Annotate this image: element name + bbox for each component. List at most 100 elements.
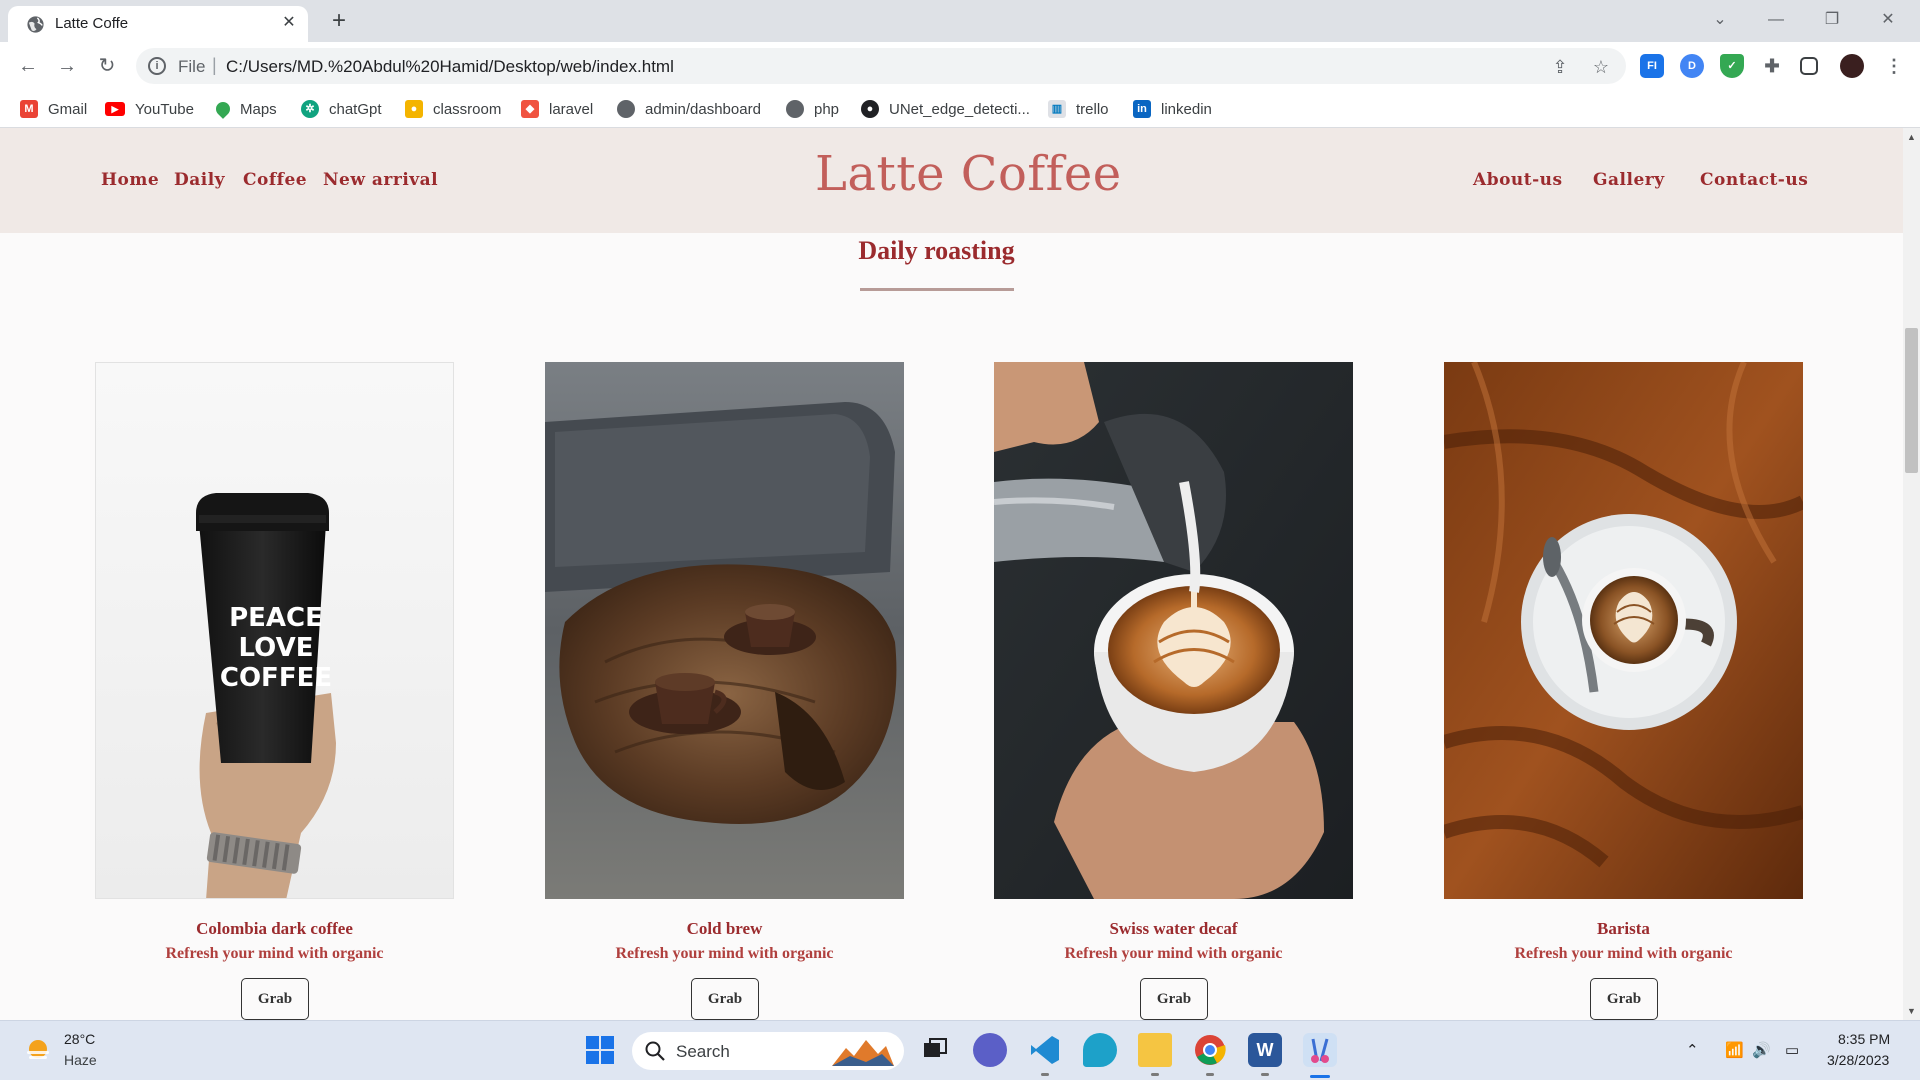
chrome-icon[interactable]	[1193, 1033, 1227, 1067]
snipping-tool-icon[interactable]	[1303, 1033, 1337, 1067]
side-panel-icon[interactable]	[1800, 57, 1818, 75]
running-indicator	[1261, 1073, 1269, 1076]
restore-button[interactable]: ❐	[1812, 4, 1852, 36]
site-logo-title[interactable]: Latte Coffee	[815, 146, 1122, 202]
bookmark-chatgpt[interactable]: ✲ chatGpt	[301, 98, 382, 120]
bookmark-label: Maps	[240, 100, 277, 118]
nav-coffee[interactable]: Coffee	[243, 170, 307, 190]
nav-daily[interactable]: Daily	[174, 170, 225, 190]
vscode-icon[interactable]	[1028, 1033, 1062, 1067]
menu-kebab-icon[interactable]: ⋮	[1882, 54, 1906, 78]
battery-icon[interactable]: ▭	[1785, 1041, 1799, 1059]
product-image-colombia-dark-coffee: PEACE LOVE COFFEE	[95, 362, 454, 899]
bookmark-label: classroom	[433, 100, 502, 118]
teams-chat-icon[interactable]	[973, 1033, 1007, 1067]
weather-condition[interactable]: Haze	[64, 1052, 97, 1068]
nav-home[interactable]: Home	[101, 170, 159, 190]
url-text[interactable]: C:/Users/MD.%20Abdul%20Hamid/Desktop/web…	[226, 57, 674, 77]
bookmark-youtube[interactable]: ▶ YouTube	[105, 98, 194, 120]
forward-button[interactable]: →	[53, 52, 81, 80]
file-explorer-icon[interactable]	[1138, 1033, 1172, 1067]
weather-temperature[interactable]: 28°C	[64, 1031, 95, 1047]
bookmark-star-icon[interactable]: ☆	[1590, 56, 1612, 78]
task-view-icon[interactable]	[918, 1033, 952, 1067]
chatgpt-icon: ✲	[301, 100, 319, 118]
edge-browser-icon[interactable]	[1083, 1033, 1117, 1067]
globe-icon	[27, 16, 44, 33]
globe-icon	[617, 100, 635, 118]
bookmark-gmail[interactable]: M Gmail	[20, 98, 87, 120]
browser-tab-active[interactable]: Latte Coffe ✕	[8, 6, 308, 42]
scroll-down-arrow-icon[interactable]: ▼	[1905, 1004, 1918, 1018]
running-indicator	[1041, 1073, 1049, 1076]
extension-d-icon[interactable]: D	[1680, 54, 1704, 78]
product-image-cold-brew	[545, 362, 904, 899]
bookmark-linkedin[interactable]: in linkedin	[1133, 98, 1212, 120]
product-description: Refresh your mind with organic	[615, 945, 834, 962]
clock-date[interactable]: 3/28/2023	[1827, 1052, 1889, 1068]
product-description: Refresh your mind with organic	[1514, 945, 1733, 962]
share-icon[interactable]: ⇪	[1549, 56, 1571, 78]
title-underline	[860, 288, 1014, 291]
nav-new-arrival[interactable]: New arrival	[323, 170, 438, 190]
bookmark-trello[interactable]: ▥ trello	[1048, 98, 1109, 120]
page-scrollbar-thumb[interactable]	[1905, 328, 1918, 473]
volume-icon[interactable]: 🔊	[1752, 1041, 1771, 1059]
bookmark-label: admin/dashboard	[645, 100, 761, 118]
linkedin-icon: in	[1133, 100, 1151, 118]
cup-text-peace: PEACE	[229, 603, 323, 633]
search-highlight-landscape-icon	[832, 1040, 894, 1066]
bookmark-label: UNet_edge_detecti...	[889, 100, 1030, 118]
taskbar-search-box[interactable]: Search	[632, 1032, 904, 1070]
bookmarks-bar: M Gmail ▶ YouTube Maps ✲ chatGpt ● classroom…	[0, 90, 1920, 128]
extension-fi-icon[interactable]: FI	[1640, 54, 1664, 78]
url-scheme-label: File	[178, 57, 206, 76]
nav-gallery[interactable]: Gallery	[1593, 170, 1665, 190]
grab-button[interactable]: Grab	[691, 978, 759, 1020]
new-tab-button[interactable]: +	[325, 7, 353, 35]
product-name: Swiss water decaf	[1109, 919, 1238, 938]
grab-button[interactable]: Grab	[241, 978, 309, 1020]
back-button[interactable]: ←	[14, 52, 42, 80]
laravel-icon: ◆	[521, 100, 539, 118]
search-icon	[645, 1041, 665, 1061]
gmail-icon: M	[20, 100, 38, 118]
reload-button[interactable]: ↻	[93, 52, 121, 80]
bookmark-github-unet[interactable]: ● UNet_edge_detecti...	[861, 98, 1030, 120]
wifi-icon[interactable]: 📶	[1725, 1041, 1744, 1059]
nav-contact-us[interactable]: Contact-us	[1700, 170, 1808, 190]
grab-button[interactable]: Grab	[1590, 978, 1658, 1020]
bookmark-php[interactable]: php	[786, 98, 839, 120]
word-icon[interactable]: W	[1248, 1033, 1282, 1067]
grab-button[interactable]: Grab	[1140, 978, 1208, 1020]
windows-taskbar: 28°C Haze Search W ⌃ 📶 🔊 ▭ 8:35 PM 3/28/…	[0, 1020, 1920, 1080]
nav-about-us[interactable]: About-us	[1473, 170, 1563, 190]
extensions-puzzle-icon[interactable]: ✚	[1760, 54, 1784, 78]
shield-extension-icon[interactable]: ✓	[1720, 54, 1744, 78]
site-info-icon[interactable]: i	[148, 57, 166, 75]
bookmark-maps[interactable]: Maps	[213, 98, 277, 120]
maps-icon	[213, 99, 233, 119]
scroll-up-arrow-icon[interactable]: ▲	[1905, 130, 1918, 144]
minimize-button[interactable]: —	[1756, 4, 1796, 36]
product-name: Colombia dark coffee	[196, 919, 353, 938]
haze-sun-icon[interactable]	[24, 1037, 52, 1065]
browser-toolbar: ← → ↻ i File | C:/Users/MD.%20Abdul%20Ha…	[0, 42, 1920, 90]
bookmark-admin-dashboard[interactable]: admin/dashboard	[617, 98, 761, 120]
windows-start-icon[interactable]	[583, 1033, 617, 1067]
site-header: Home Daily Coffee New arrival Latte Coff…	[0, 128, 1903, 233]
product-name: Cold brew	[686, 919, 763, 938]
address-bar[interactable]: i File | C:/Users/MD.%20Abdul%20Hamid/De…	[136, 48, 1626, 84]
page-scrollbar-track[interactable]	[1903, 128, 1920, 1020]
close-window-button[interactable]: ✕	[1868, 4, 1908, 36]
url-separator: |	[212, 55, 217, 75]
running-indicator	[1151, 1073, 1159, 1076]
tab-search-chevron-icon[interactable]: ⌄	[1700, 4, 1740, 36]
tab-close-icon[interactable]: ✕	[280, 14, 298, 32]
bookmark-laravel[interactable]: ◆ laravel	[521, 98, 593, 120]
clock-time[interactable]: 8:35 PM	[1838, 1031, 1890, 1047]
show-hidden-icons-chevron-icon[interactable]: ⌃	[1686, 1041, 1699, 1059]
bookmark-classroom[interactable]: ● classroom	[405, 98, 501, 120]
profile-avatar[interactable]	[1840, 54, 1864, 78]
section-title: Daily roasting	[858, 236, 1015, 265]
